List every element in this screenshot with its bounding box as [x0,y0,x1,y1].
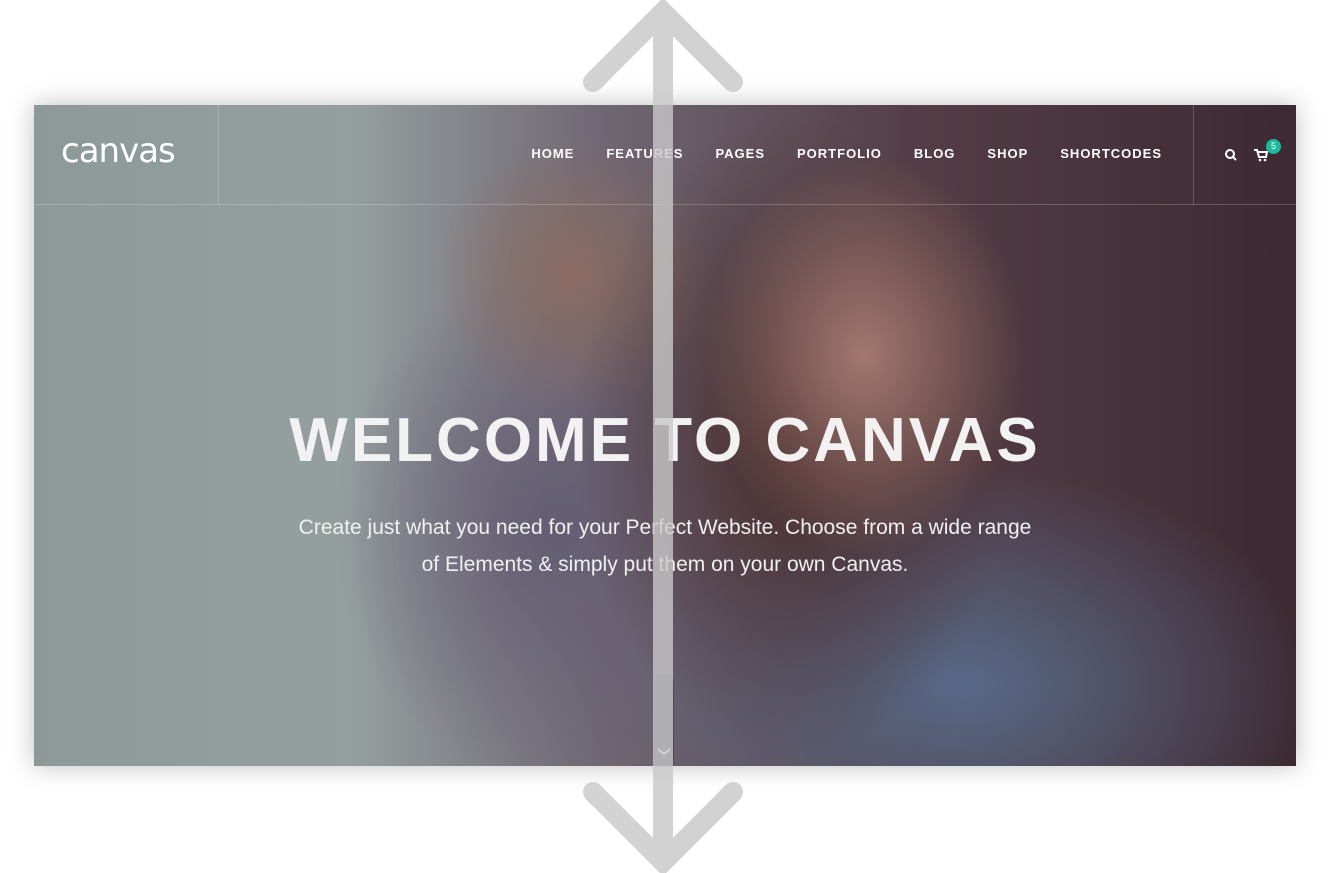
header-nav: canvas HOME FEATURES PAGES PORTFOLIO BLO… [34,105,1296,205]
subtitle-line: of Elements & simply put them on your ow… [421,553,909,576]
cart-count-badge: 5 [1266,139,1281,154]
menu-shop[interactable]: SHOP [987,146,1028,161]
hero-section: canvas HOME FEATURES PAGES PORTFOLIO BLO… [34,105,1296,766]
main-menu: HOME FEATURES PAGES PORTFOLIO BLOG SHOP … [499,146,1162,161]
hero-title: WELCOME TO CANVAS [289,406,1041,475]
divider [1193,105,1194,205]
menu-portfolio[interactable]: PORTFOLIO [797,146,882,161]
hero-subtitle: Create just what you need for your Perfe… [254,509,1076,583]
logo[interactable]: canvas [61,131,176,171]
chevron-down-icon [657,748,671,756]
menu-features[interactable]: FEATURES [606,146,683,161]
menu-shortcodes[interactable]: SHORTCODES [1060,146,1162,161]
subtitle-line: Create just what you need for your Perfe… [298,516,1032,539]
menu-pages[interactable]: PAGES [715,146,765,161]
search-icon[interactable] [1225,149,1237,161]
divider [218,105,219,205]
menu-blog[interactable]: BLOG [914,146,956,161]
menu-home[interactable]: HOME [531,146,574,161]
scroll-down-button[interactable] [654,673,674,766]
cart-icon[interactable] [1254,149,1269,162]
